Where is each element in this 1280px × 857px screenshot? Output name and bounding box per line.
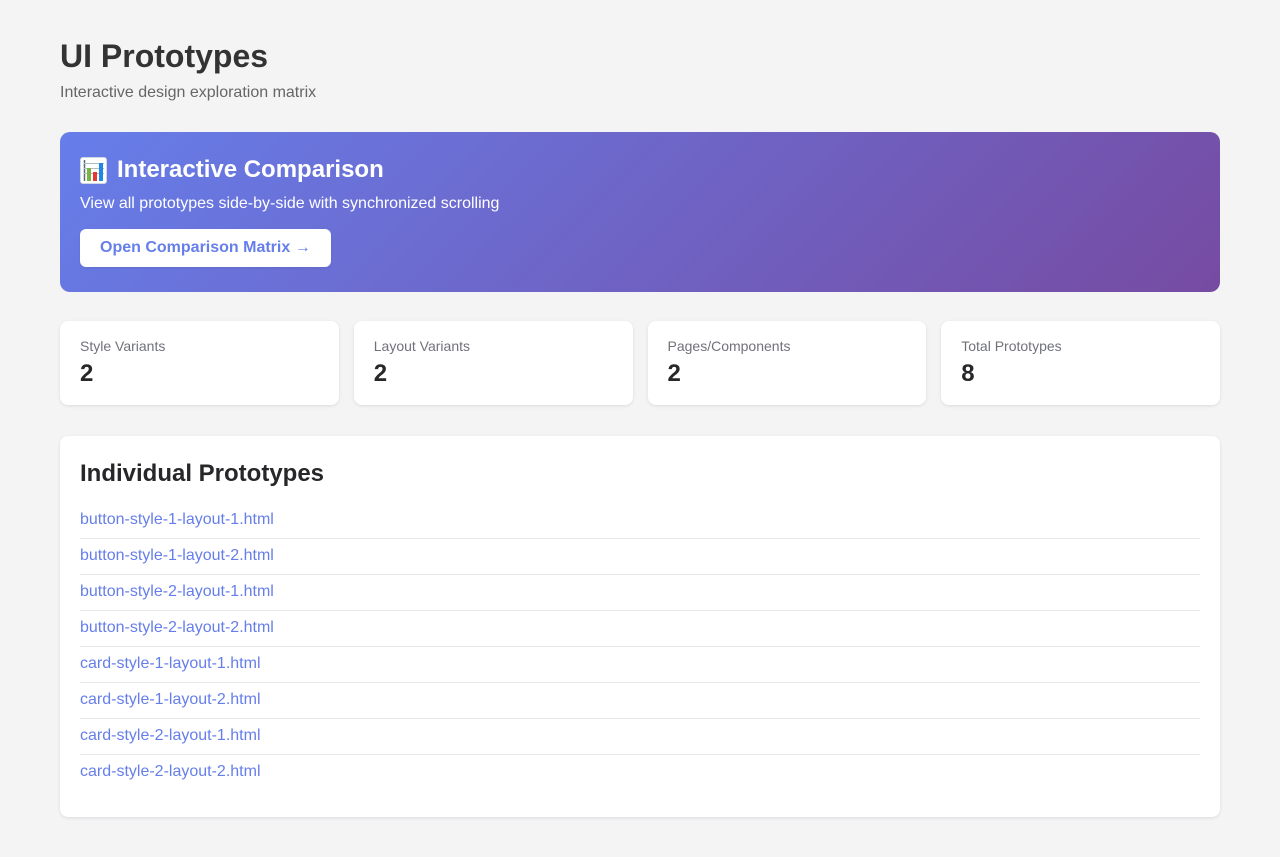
- banner-description: View all prototypes side-by-side with sy…: [80, 195, 1195, 213]
- banner-title-row: Interactive Comparison: [80, 156, 1195, 184]
- stat-value: 2: [668, 360, 907, 388]
- bar-chart-icon: [80, 157, 107, 184]
- stat-card-layout-variants: Layout Variants 2: [354, 321, 633, 405]
- prototype-link[interactable]: button-style-2-layout-1.html: [80, 575, 1200, 611]
- prototype-link[interactable]: card-style-2-layout-2.html: [80, 755, 1200, 790]
- stat-value: 2: [80, 360, 319, 388]
- comparison-banner: Interactive Comparison View all prototyp…: [60, 132, 1220, 292]
- stat-label: Layout Variants: [374, 338, 613, 354]
- stat-label: Style Variants: [80, 338, 319, 354]
- page-subtitle: Interactive design exploration matrix: [60, 84, 1220, 102]
- stat-value: 8: [961, 360, 1200, 388]
- stat-label: Pages/Components: [668, 338, 907, 354]
- page-container: UI Prototypes Interactive design explora…: [60, 0, 1220, 857]
- prototypes-heading: Individual Prototypes: [80, 460, 1200, 488]
- prototypes-card: Individual Prototypes button-style-1-lay…: [60, 436, 1220, 817]
- prototype-link[interactable]: button-style-1-layout-1.html: [80, 503, 1200, 539]
- page-title: UI Prototypes: [60, 38, 1220, 75]
- prototype-link[interactable]: button-style-2-layout-2.html: [80, 611, 1200, 647]
- stat-card-pages-components: Pages/Components 2: [648, 321, 927, 405]
- open-comparison-button[interactable]: Open Comparison Matrix →: [80, 229, 331, 267]
- prototype-link[interactable]: button-style-1-layout-2.html: [80, 539, 1200, 575]
- banner-title: Interactive Comparison: [117, 156, 384, 184]
- stat-card-style-variants: Style Variants 2: [60, 321, 339, 405]
- prototype-link[interactable]: card-style-1-layout-2.html: [80, 683, 1200, 719]
- prototypes-list: button-style-1-layout-1.html button-styl…: [80, 503, 1200, 790]
- stat-card-total-prototypes: Total Prototypes 8: [941, 321, 1220, 405]
- prototype-link[interactable]: card-style-2-layout-1.html: [80, 719, 1200, 755]
- stat-label: Total Prototypes: [961, 338, 1200, 354]
- stat-value: 2: [374, 360, 613, 388]
- prototype-link[interactable]: card-style-1-layout-1.html: [80, 647, 1200, 683]
- stats-row: Style Variants 2 Layout Variants 2 Pages…: [60, 321, 1220, 405]
